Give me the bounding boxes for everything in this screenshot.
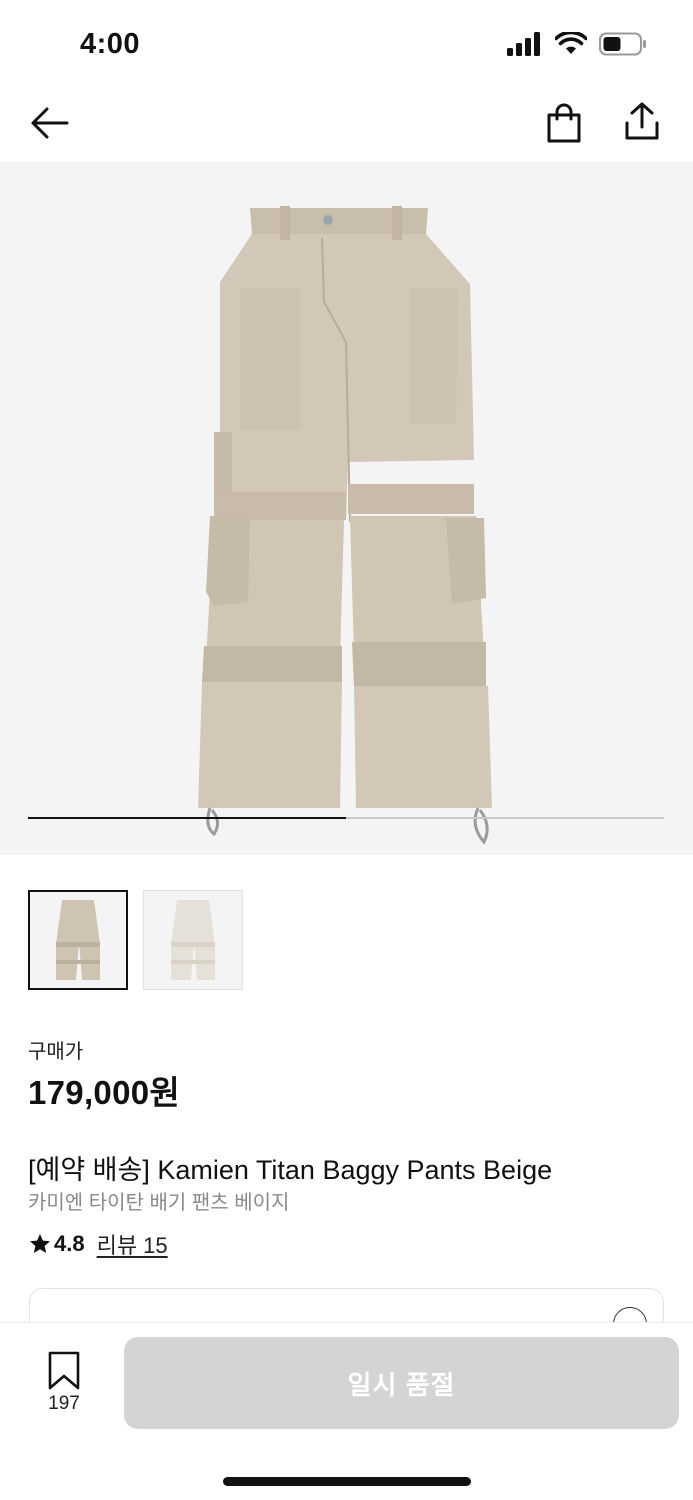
gallery-progress-fill — [28, 817, 346, 819]
product-image — [198, 206, 492, 845]
product-title: [예약 배송] Kamien Titan Baggy Pants Beige — [28, 1155, 553, 1185]
thumbnail-2[interactable] — [143, 890, 243, 990]
bottom-action-bar: 197 일시 품절 — [0, 1322, 693, 1500]
bookmark-icon — [48, 1351, 80, 1390]
thumbnail-1-image — [56, 900, 100, 980]
status-icons — [507, 32, 647, 56]
back-arrow-icon — [31, 107, 69, 139]
status-bar: 4:00 — [0, 0, 693, 90]
shopping-bag-icon — [547, 103, 581, 143]
review-link[interactable]: 리뷰 15 — [97, 1228, 168, 1260]
status-time: 4:00 — [80, 28, 141, 60]
thumbnail-2-image — [171, 900, 215, 980]
product-image-gallery[interactable] — [0, 162, 693, 855]
back-button[interactable] — [26, 100, 72, 146]
product-price: 179,000원 — [28, 1074, 181, 1111]
star-icon — [30, 1234, 50, 1253]
rating-row: 4.8 리뷰 15 — [28, 1228, 168, 1260]
share-button[interactable] — [619, 98, 665, 144]
product-subtitle: 카미엔 타이탄 배기 팬츠 베이지 — [28, 1192, 290, 1214]
gallery-progress-track — [28, 817, 664, 819]
cart-button[interactable] — [541, 100, 587, 146]
nav-bar — [0, 90, 693, 162]
thumbnail-1[interactable] — [28, 890, 128, 990]
wishlist-count: 197 — [48, 1393, 80, 1414]
price-label: 구매가 — [28, 1041, 84, 1063]
signal-icon — [507, 32, 540, 56]
home-indicator — [223, 1477, 471, 1486]
wifi-icon — [555, 32, 587, 54]
battery-icon — [599, 32, 646, 56]
rating-value: 4.8 — [54, 1231, 85, 1256]
thumbnail-strip — [28, 890, 243, 990]
wishlist-button[interactable]: 197 — [34, 1351, 94, 1421]
soldout-button[interactable]: 일시 품절 — [124, 1337, 679, 1429]
share-icon — [625, 102, 659, 140]
